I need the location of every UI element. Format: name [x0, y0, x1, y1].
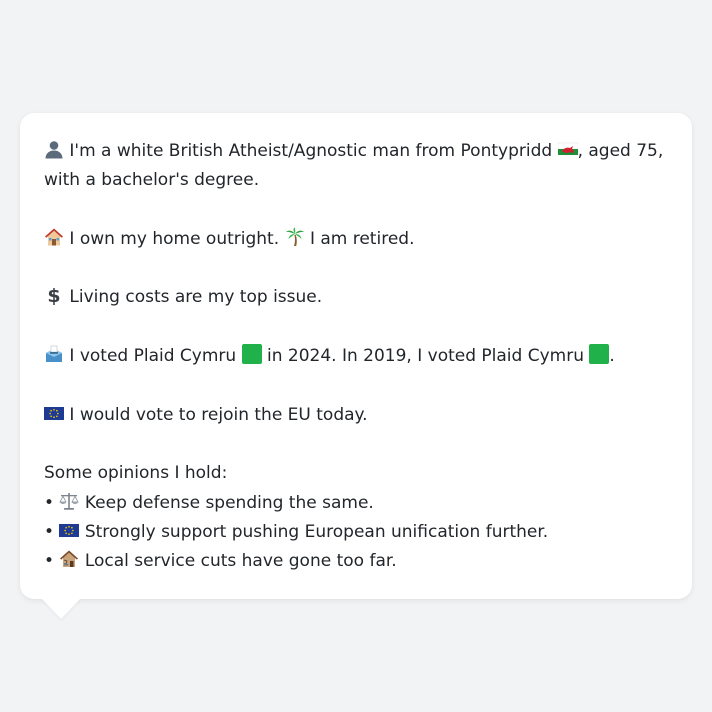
retired-text: I am retired.	[309, 228, 415, 249]
identity-age: , aged 75,	[577, 141, 664, 161]
opinion-text: Strongly support pushing European unific…	[84, 521, 549, 542]
opinions-heading: Some opinions I hold:	[44, 463, 228, 484]
green-square-icon	[589, 344, 610, 365]
identity-line: I'm a white British Atheist/Agnostic man…	[44, 137, 668, 166]
opinion-text: Local service cuts have gone too far.	[84, 551, 397, 572]
identity-line-2: with a bachelor's degree.	[44, 170, 260, 191]
house-icon	[44, 227, 64, 247]
eu-flag-icon	[44, 403, 64, 423]
bullet: •	[44, 492, 55, 513]
person-icon	[44, 139, 64, 159]
vote-2024-text: I voted Plaid Cymru	[69, 346, 237, 367]
ballot-box-icon	[44, 344, 64, 364]
eu-line: I would vote to rejoin the EU today.	[44, 401, 668, 430]
bullet: •	[44, 521, 55, 542]
opinion-item: • Local service cuts have gone too far.	[44, 547, 668, 576]
dollar-sign-icon: $	[44, 285, 64, 305]
vote-2019-text: in 2024. In 2019, I voted Plaid Cymru	[266, 346, 584, 367]
eu-stance-text: I would vote to rejoin the EU today.	[69, 404, 368, 425]
vote-period: .	[609, 346, 615, 367]
balance-scale-icon	[59, 491, 80, 511]
home-line: I own my home outright. I am retired.	[44, 225, 668, 254]
palm-tree-icon	[285, 227, 305, 247]
eu-flag-icon	[59, 520, 80, 540]
wales-flag-icon	[557, 139, 578, 159]
derelict-house-icon	[59, 549, 79, 569]
opinion-text: Keep defense spending the same.	[84, 492, 374, 513]
issue-line: $ Living costs are my top issue.	[44, 283, 668, 312]
profile-message-bubble: I'm a white British Atheist/Agnostic man…	[20, 113, 692, 599]
bullet: •	[44, 551, 55, 572]
home-ownership-text: I own my home outright.	[69, 228, 280, 249]
opinion-item: • Keep defense spending the same.	[44, 489, 668, 518]
bubble-tail	[41, 598, 81, 619]
top-issue-text: Living costs are my top issue.	[69, 287, 323, 308]
green-square-icon	[241, 344, 262, 365]
identity-text: I'm a white British Atheist/Agnostic man…	[69, 141, 553, 161]
opinion-item: • Strongly support pushing European unif…	[44, 518, 668, 547]
svg-text:$: $	[47, 285, 60, 305]
vote-line: I voted Plaid Cymru in 2024. In 2019, I …	[44, 342, 668, 371]
